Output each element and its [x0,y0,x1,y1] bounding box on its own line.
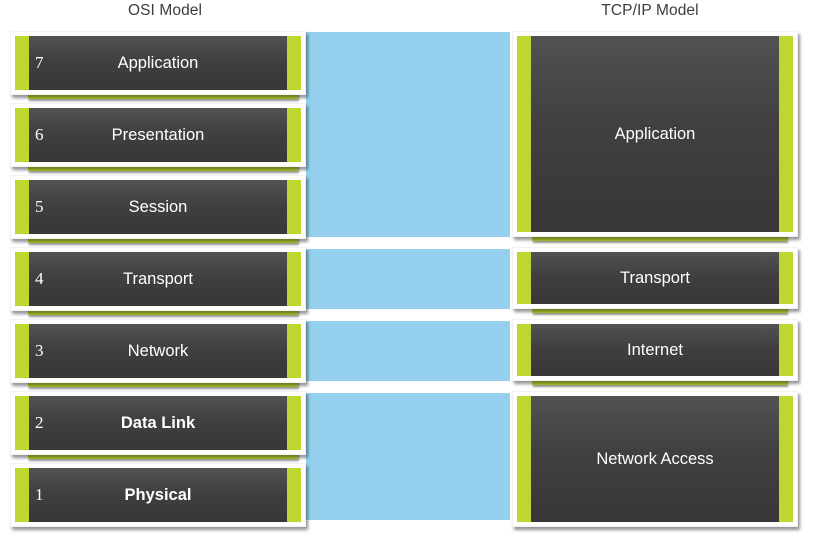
tcpip-layer-network-access-panel: Network Access [517,396,793,522]
osi-layer-5-label: Session [128,197,188,216]
osi-model-title: OSI Model [127,2,203,19]
tcpip-model-title: TCP/IP Model [601,2,699,19]
osi-layer-6-number: 6 [35,125,44,144]
osi-layer-6-label: Presentation [111,125,205,144]
osi-layer-6-panel: 6 Presentation [15,108,301,162]
osi-layer-5-panel: 5 Session [15,180,301,234]
osi-layer-1-label: Physical [124,485,192,504]
osi-layer-1-panel: 1 Physical [15,468,301,522]
tcpip-layer-application[interactable]: Application [512,31,798,237]
osi-layer-4-label: Transport [123,269,193,288]
osi-layer-2-panel: 2 Data Link [15,396,301,450]
osi-layer-2-label: Data Link [120,413,196,432]
osi-layer-5-number: 5 [35,197,44,216]
osi-layer-3-panel: 3 Network [15,324,301,378]
osi-layer-3-label: Network [127,341,189,360]
osi-layer-4-number: 4 [35,269,44,288]
osi-layer-7-panel: 7 Application [15,36,301,90]
tcpip-layer-application-label: Application [614,124,696,143]
tcpip-layer-application-panel: Application [517,36,793,232]
tcpip-layer-internet-label: Internet [627,340,683,359]
tcpip-layer-internet-panel: Internet [517,324,793,376]
osi-layer-1-number: 1 [35,485,44,504]
osi-layer-7-application[interactable]: 7 Application [10,31,306,95]
tcpip-layer-network-access-label: Network Access [596,449,714,468]
osi-layer-6-presentation[interactable]: 6 Presentation [10,103,306,167]
osi-layer-4-panel: 4 Transport [15,252,301,306]
connector-transport [306,249,510,309]
connector-network-access [306,393,510,520]
connector-internet [306,321,510,381]
osi-layer-7-number: 7 [35,53,44,72]
osi-layer-5-session[interactable]: 5 Session [10,175,306,239]
tcpip-layer-transport-panel: Transport [517,252,793,304]
osi-layer-2-data-link[interactable]: 2 Data Link [10,391,306,455]
osi-layer-4-transport[interactable]: 4 Transport [10,247,306,311]
osi-layer-3-number: 3 [35,341,44,360]
tcpip-layer-transport[interactable]: Transport [512,247,798,309]
connector-application [306,32,510,237]
osi-layer-1-physical[interactable]: 1 Physical [10,463,306,527]
osi-tcpip-comparison-diagram: OSI Model TCP/IP Model 7 Application 6 P… [0,0,813,534]
tcpip-layer-internet[interactable]: Internet [512,319,798,381]
osi-layer-3-network[interactable]: 3 Network [10,319,306,383]
tcpip-layer-network-access[interactable]: Network Access [512,391,798,527]
osi-layer-2-number: 2 [35,413,44,432]
tcpip-layer-transport-label: Transport [620,268,690,287]
osi-layer-7-label: Application [117,53,199,72]
